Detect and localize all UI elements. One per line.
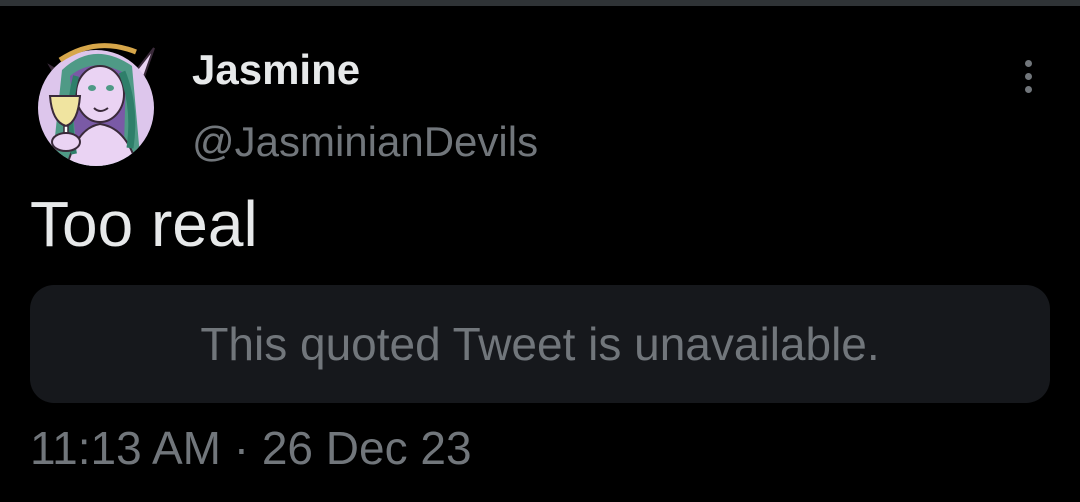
quoted-tweet-card[interactable]: This quoted Tweet is unavailable. <box>30 285 1050 403</box>
more-options-icon <box>1024 59 1032 93</box>
tweet-time[interactable]: 11:13 AM <box>30 422 221 474</box>
tweet-timestamp[interactable]: 11:13 AM · 26 Dec 23 <box>30 420 472 476</box>
avatar[interactable] <box>36 36 156 170</box>
top-divider <box>0 0 1080 6</box>
avatar-illustration-icon <box>38 43 155 166</box>
quoted-tweet-notice: This quoted Tweet is unavailable. <box>200 318 880 370</box>
tweet-text: Too real <box>30 188 258 260</box>
more-options-button[interactable] <box>1008 56 1048 96</box>
author-name[interactable]: Jasmine <box>192 44 360 96</box>
author-handle[interactable]: @JasminianDevils <box>192 116 538 168</box>
timestamp-separator: · <box>233 422 250 474</box>
tweet-date[interactable]: 26 Dec 23 <box>262 422 472 474</box>
